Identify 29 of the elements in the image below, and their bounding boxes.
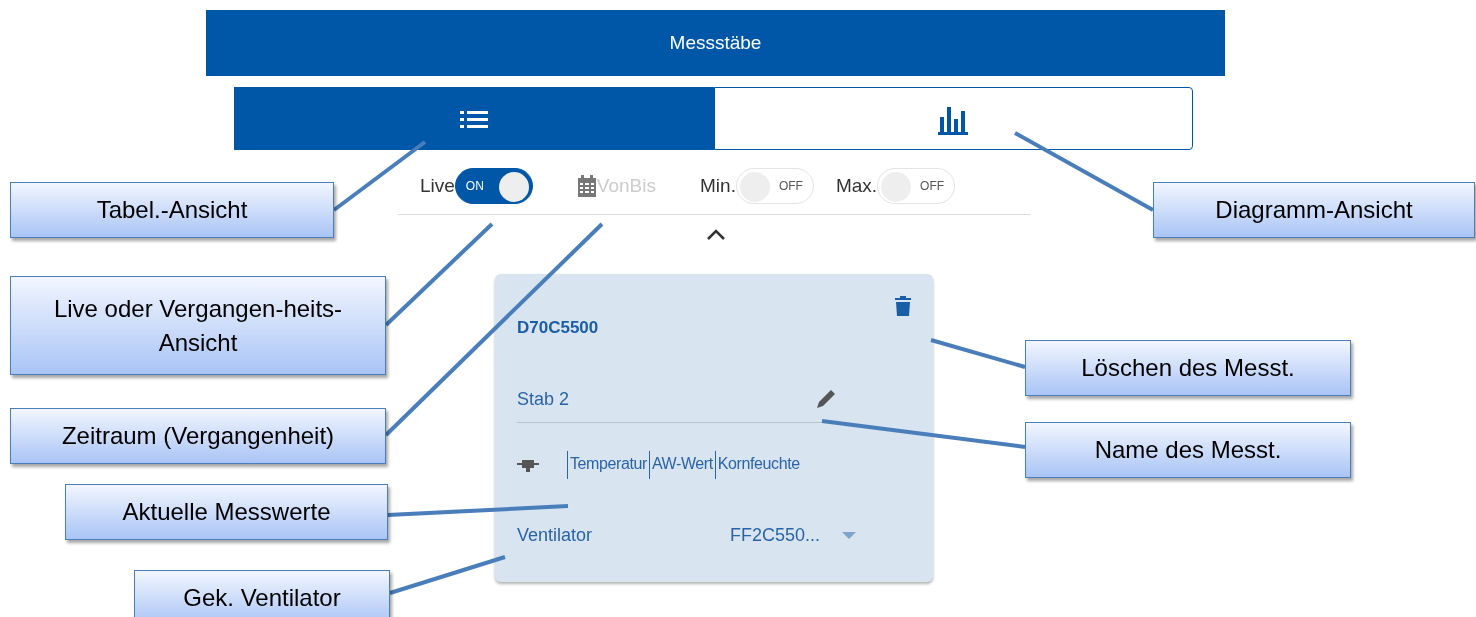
toggle-switch[interactable]: OFF <box>735 168 814 204</box>
callout-label: Zeitraum (Vergangenheit) <box>10 408 386 464</box>
callout-label: Löschen des Messt. <box>1025 340 1351 396</box>
sensor-name: Stab 2 <box>517 388 570 410</box>
fan-select[interactable]: FF2C550... <box>730 525 857 546</box>
chart-view-tab[interactable] <box>713 87 1193 150</box>
list-icon <box>459 108 488 129</box>
toggle-switch[interactable]: OFF <box>877 168 956 204</box>
toggle-label: Max. <box>835 175 878 197</box>
chevron-up-icon[interactable] <box>706 229 725 240</box>
page-title: Messstäbe <box>669 32 762 54</box>
measurement-tab[interactable]: AW-Wert <box>648 451 715 479</box>
callout-label: Name des Messt. <box>1025 422 1351 478</box>
callout-label: Tabel.-Ansicht <box>10 182 334 238</box>
trash-icon[interactable] <box>895 296 911 316</box>
measurement-tab[interactable]: Temperatur <box>567 451 649 479</box>
sensor-id: D70C5500 <box>517 318 599 338</box>
pencil-icon[interactable] <box>815 388 837 410</box>
measurement-tab[interactable]: Kornfeuchte <box>714 451 802 479</box>
fan-label: Ventilator <box>517 525 593 546</box>
toggle-label: Min. <box>700 175 736 197</box>
probe-icon <box>517 458 539 472</box>
callout-label: Live oder Vergangen-heits-Ansicht <box>10 276 386 375</box>
toggle-label: Live <box>420 175 455 197</box>
callout-label: Gek. Ventilator <box>134 570 390 617</box>
callout-label: Aktuelle Messwerte <box>65 484 388 540</box>
calendar-icon <box>576 175 597 197</box>
callout-label: Diagramm-Ansicht <box>1153 182 1475 238</box>
toggle-switch[interactable]: ON <box>454 168 533 204</box>
